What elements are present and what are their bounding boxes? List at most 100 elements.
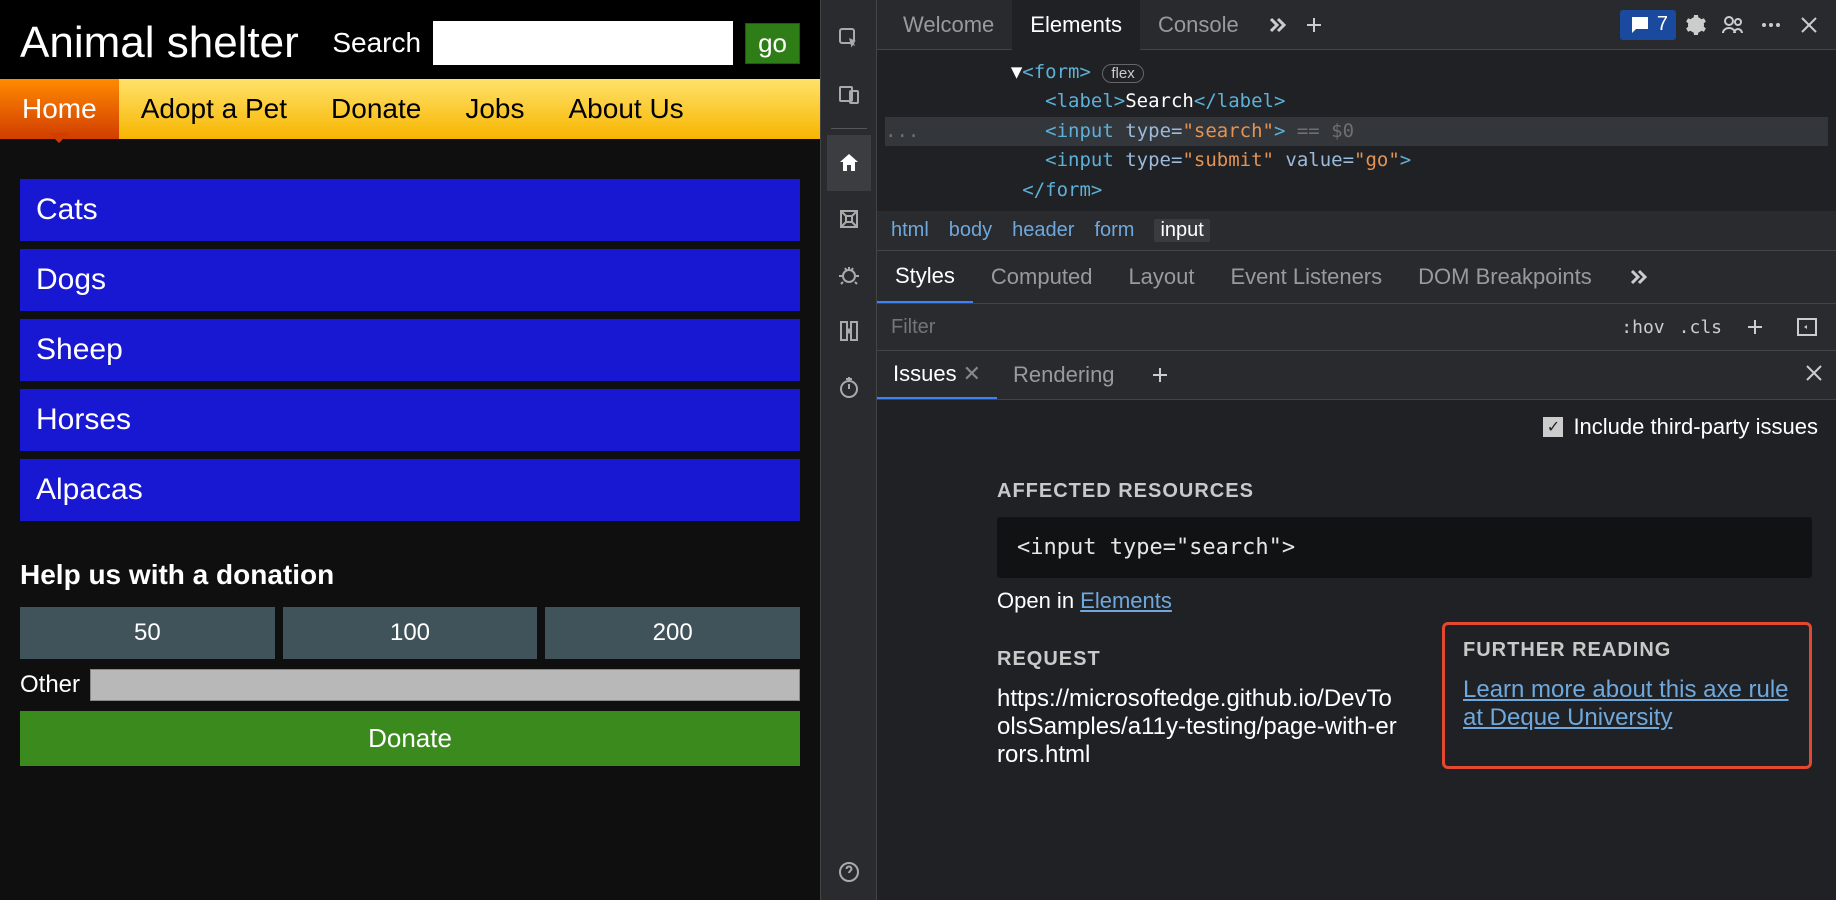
drawer-add-tab-icon[interactable] (1141, 356, 1179, 394)
bug-icon[interactable] (827, 247, 871, 303)
issues-counter-badge[interactable]: 7 (1620, 10, 1676, 40)
home-icon[interactable] (827, 135, 871, 191)
breadcrumb-item-selected[interactable]: input (1154, 219, 1209, 242)
animal-item[interactable]: Dogs (20, 249, 800, 311)
page-preview: Animal shelter Search go Home Adopt a Pe… (0, 0, 820, 900)
issue-detail: AFFECTED RESOURCES <input type="search">… (877, 480, 1836, 769)
dom-node-form[interactable]: ▼<form> flex (885, 58, 1828, 87)
breadcrumb-item[interactable]: header (1012, 219, 1074, 242)
subtab-styles[interactable]: Styles (877, 251, 973, 303)
performance-icon[interactable] (827, 359, 871, 415)
devtools-main: Welcome Elements Console 7 (877, 0, 1836, 900)
open-in-prefix: Open in (997, 588, 1080, 613)
dom-node-form-close[interactable]: </form> (885, 176, 1828, 205)
animal-item[interactable]: Sheep (20, 319, 800, 381)
donation-other-row: Other (20, 669, 800, 701)
feedback-icon[interactable] (1714, 6, 1752, 44)
devtools-panel: Welcome Elements Console 7 (820, 0, 1836, 900)
page-header: Animal shelter Search go (0, 0, 820, 79)
devtools-activity-bar (821, 0, 877, 900)
nav-donate[interactable]: Donate (309, 79, 443, 139)
hov-toggle[interactable]: :hov (1621, 317, 1664, 338)
tab-welcome[interactable]: Welcome (885, 0, 1012, 50)
open-in-row: Open in Elements (997, 588, 1812, 614)
more-options-icon[interactable] (1752, 6, 1790, 44)
breadcrumb-item[interactable]: html (891, 219, 929, 242)
nav-adopt[interactable]: Adopt a Pet (119, 79, 309, 139)
donation-amount-row: 50 100 200 (20, 607, 800, 659)
donation-heading: Help us with a donation (20, 559, 800, 591)
more-tabs-icon[interactable] (1257, 6, 1295, 44)
include-third-party-checkbox[interactable]: ✓ (1543, 417, 1563, 437)
main-nav: Home Adopt a Pet Donate Jobs About Us (0, 79, 820, 139)
device-emulation-icon[interactable] (827, 66, 871, 122)
drawer-tabbar: Issues ✕ Rendering (877, 351, 1836, 400)
subtab-layout[interactable]: Layout (1110, 252, 1212, 302)
styles-tabbar: Styles Computed Layout Event Listeners D… (877, 251, 1836, 304)
devtools-tabbar: Welcome Elements Console 7 (877, 0, 1836, 50)
request-url: https://microsoftedge.github.io/DevTools… (997, 685, 1402, 769)
search-submit-button[interactable]: go (745, 23, 800, 64)
more-subtabs-icon[interactable] (1618, 258, 1656, 296)
include-third-party-label: Include third-party issues (1573, 414, 1818, 440)
animal-item[interactable]: Cats (20, 179, 800, 241)
further-reading-heading: FURTHER READING (1463, 639, 1791, 662)
search-input[interactable] (433, 21, 733, 65)
issues-count: 7 (1657, 13, 1668, 36)
animal-list: Cats Dogs Sheep Horses Alpacas (20, 179, 800, 521)
include-third-party-row: ✓ Include third-party issues (877, 400, 1836, 454)
search-label: Search (332, 27, 421, 59)
drawer-close-icon[interactable] (1802, 361, 1836, 390)
nav-jobs[interactable]: Jobs (443, 79, 546, 139)
subtab-computed[interactable]: Computed (973, 252, 1111, 302)
dom-node-input-search[interactable]: ... <input type="search"> == $0 (885, 117, 1828, 146)
settings-icon[interactable] (1676, 6, 1714, 44)
close-tab-icon[interactable]: ✕ (963, 361, 981, 387)
dom-node-input-submit[interactable]: <input type="submit" value="go"> (885, 146, 1828, 175)
add-tab-icon[interactable] (1295, 6, 1333, 44)
tab-console[interactable]: Console (1140, 0, 1257, 50)
animal-item[interactable]: Horses (20, 389, 800, 451)
donation-amount-button[interactable]: 200 (545, 607, 800, 659)
help-icon[interactable] (827, 844, 871, 900)
inspect-element-icon[interactable] (827, 10, 871, 66)
close-devtools-icon[interactable] (1790, 6, 1828, 44)
search-form: Search go (332, 21, 800, 65)
styles-filter-input[interactable] (887, 310, 1607, 345)
donation-other-label: Other (20, 671, 80, 699)
dom-breadcrumb: html body header form input (877, 211, 1836, 251)
3d-view-icon[interactable] (827, 191, 871, 247)
donation-amount-button[interactable]: 50 (20, 607, 275, 659)
donation-amount-button[interactable]: 100 (283, 607, 538, 659)
donation-other-input[interactable] (90, 669, 800, 701)
new-style-rule-icon[interactable] (1736, 308, 1774, 346)
tab-elements[interactable]: Elements (1012, 0, 1140, 50)
nav-home[interactable]: Home (0, 79, 119, 139)
affected-resources-heading: AFFECTED RESOURCES (997, 480, 1812, 503)
animal-item[interactable]: Alpacas (20, 459, 800, 521)
separator (831, 128, 867, 129)
subtab-event-listeners[interactable]: Event Listeners (1213, 252, 1401, 302)
dom-tree[interactable]: ▼<form> flex <label>Search</label> ... <… (877, 50, 1836, 211)
styles-toolbar: :hov .cls (877, 304, 1836, 351)
further-reading-box: FURTHER READING Learn more about this ax… (1442, 622, 1812, 769)
subtab-dom-breakpoints[interactable]: DOM Breakpoints (1400, 252, 1610, 302)
page-title: Animal shelter (20, 18, 299, 69)
dom-node-label[interactable]: <label>Search</label> (885, 87, 1828, 116)
page-content: Cats Dogs Sheep Horses Alpacas Help us w… (0, 139, 820, 786)
issues-drawer-body: ✓ Include third-party issues AFFECTED RE… (877, 400, 1836, 900)
toggle-sidebar-icon[interactable] (1788, 308, 1826, 346)
drawer-tab-issues[interactable]: Issues ✕ (877, 351, 997, 399)
drawer-tab-rendering[interactable]: Rendering (997, 352, 1131, 398)
further-reading-link[interactable]: Learn more about this axe rule at Deque … (1463, 676, 1791, 732)
cls-toggle[interactable]: .cls (1679, 317, 1722, 338)
request-heading: REQUEST (997, 648, 1402, 671)
affected-resource-code: <input type="search"> (997, 517, 1812, 578)
request-column: REQUEST https://microsoftedge.github.io/… (997, 622, 1402, 769)
breadcrumb-item[interactable]: body (949, 219, 992, 242)
open-in-elements-link[interactable]: Elements (1080, 588, 1172, 613)
network-icon[interactable] (827, 303, 871, 359)
donate-button[interactable]: Donate (20, 711, 800, 766)
nav-about[interactable]: About Us (547, 79, 706, 139)
breadcrumb-item[interactable]: form (1094, 219, 1134, 242)
